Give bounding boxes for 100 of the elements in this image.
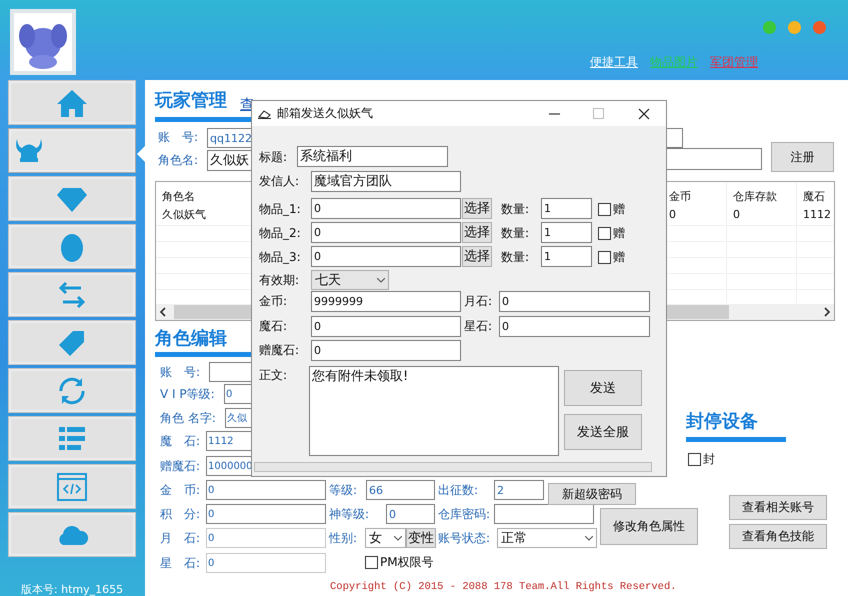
close-icon[interactable] [638,108,650,120]
field-label: 数量: [501,249,530,265]
column-header: 仓库存款 [733,189,777,205]
copyright-text: Copyright (C) 2015 - 2088 178 Team.All Rights Reserved. [330,581,677,593]
sidebar-item[interactable] [8,128,136,173]
field-label: 仓库密码: [438,506,490,522]
field-label: 魔 石: [160,433,200,449]
input-field[interactable]: 2 [494,480,544,500]
field-label: 等级: [329,482,358,498]
version-label: 版本号: htmy_1655 [20,582,124,596]
table-cell: 0 [733,207,740,223]
field-label: 积 分: [160,506,200,522]
table-cell: 1112 [803,207,831,223]
sidebar-item[interactable] [8,80,136,125]
send-button[interactable]: 发送 [564,370,642,406]
field-label: 神等级: [329,506,370,522]
field-label: 赠魔石: [160,458,200,474]
query-link[interactable]: 查 [240,96,254,114]
input-field[interactable]: 0 [311,198,461,219]
input-field[interactable]: 1 [541,246,592,267]
field-label: 性别: [329,530,358,546]
sidebar-item[interactable] [8,224,136,269]
input-field[interactable]: 系统福利 [297,146,448,167]
scroll-left-icon[interactable] [159,307,167,317]
input-field[interactable]: 0 [311,316,461,337]
action-button[interactable]: 修改角色属性 [600,508,698,545]
column-header: 金币 [669,189,691,205]
change-gender-button[interactable]: 变性 [406,528,436,548]
input-field[interactable]: 0 [499,316,650,337]
window-dot-icon[interactable] [763,21,776,34]
send-button[interactable]: 发送全服 [564,414,642,450]
select-button[interactable]: 选择 [462,246,492,267]
checkbox[interactable] [365,556,378,568]
input-field[interactable]: 0 [311,222,461,243]
input-field[interactable]: 0 [206,528,326,548]
input-field[interactable]: 1 [541,198,592,219]
input-field[interactable]: 魔域官方团队 [311,171,461,192]
avatar-icon [10,9,76,75]
gender-dropdown[interactable]: 女 [365,528,406,548]
field-label: 有效期: [259,272,300,288]
window-dot-icon[interactable] [813,21,826,34]
sidebar-item[interactable] [8,272,136,317]
field-label: 正文: [259,367,288,383]
sidebar-item[interactable] [8,416,136,461]
field-label: 出征数: [438,482,478,498]
scroll-right-icon[interactable] [823,307,831,317]
table-cell: 0 [669,207,676,223]
sidebar-item[interactable] [8,464,136,509]
message-textarea[interactable]: 您有附件未领取! [309,366,559,456]
checkbox[interactable] [598,250,611,264]
field-label: 账 号: [158,129,198,145]
field-label: 数量: [501,201,530,217]
action-button[interactable]: 查看相关账号 [729,495,827,520]
field-label: 角色名: [158,152,198,168]
code-window-icon [55,470,89,502]
register-button[interactable]: 注册 [771,142,834,172]
checkbox[interactable] [598,202,611,216]
input-field[interactable]: 0 [386,504,435,524]
field-label: 账号状态: [438,530,490,546]
input-field[interactable]: 1 [541,222,592,243]
input-field[interactable]: 0 [206,553,326,573]
chevron-down-icon [585,536,593,540]
field-label: 月石: [464,293,492,309]
checkbox[interactable] [598,226,611,240]
select-button[interactable]: 选择 [462,222,492,243]
field-label: 赠魔石: [259,342,300,358]
input-field[interactable]: 0 [206,480,326,500]
action-button[interactable]: 新超级密码 [548,483,636,505]
input-field[interactable]: 0 [311,246,461,267]
field-label: 角色 名字: [160,410,216,426]
action-button[interactable]: 查看角色技能 [729,524,827,549]
window-dot-icon[interactable] [788,21,801,34]
select-button[interactable]: 选择 [462,198,492,219]
field-label: 账 号: [160,364,200,380]
checkbox[interactable] [688,452,701,466]
checkbox-label: 赠 [613,225,625,241]
column-header: 角色名 [162,189,195,205]
input-field[interactable]: 9999999 [311,291,461,312]
checkbox-label: 封 [703,451,715,467]
sidebar-item[interactable] [8,320,136,365]
field-label: V I P等级: [160,386,215,402]
input-field[interactable] [494,504,594,524]
section-heading: 玩家管理 [155,89,227,113]
sidebar-item[interactable] [8,368,136,413]
sidebar-item[interactable] [8,512,136,557]
input-field[interactable]: 0 [311,340,461,361]
validity-dropdown[interactable]: 七天 [311,270,389,290]
field-label: 月 石: [160,530,200,546]
input-field[interactable]: 0 [206,504,326,524]
minimize-icon[interactable] [549,113,560,115]
field-label: 数量: [501,225,530,241]
status-dropdown[interactable]: 正常 [497,528,597,548]
dialog-title: 邮箱发送久似妖气 [277,105,373,122]
maximize-icon [593,108,604,119]
input-field[interactable]: 0 [499,291,650,312]
field-label: 金 币: [160,482,200,498]
sidebar-item[interactable] [8,176,136,221]
input-field[interactable]: 66 [366,480,435,500]
chevron-down-icon [394,536,402,540]
checkbox-label: 赠 [613,201,625,217]
